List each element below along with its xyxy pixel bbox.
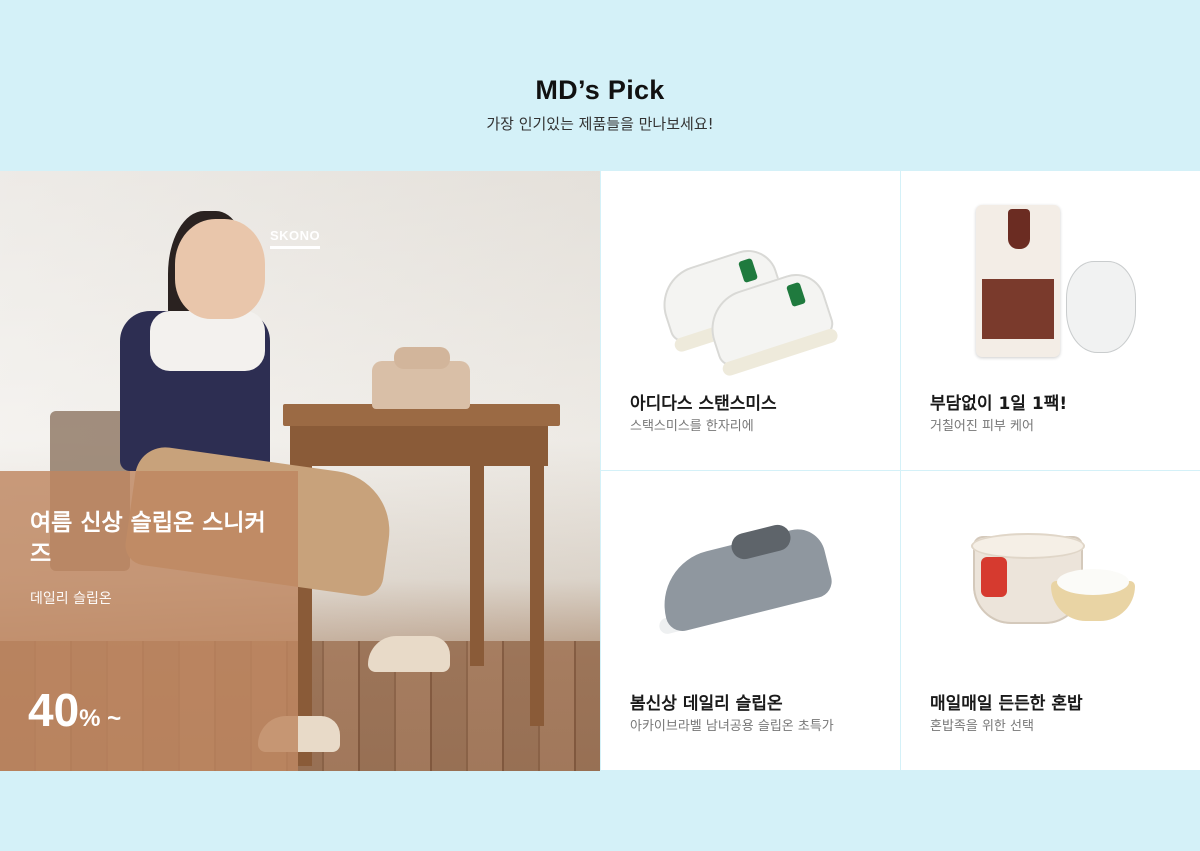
promo-discount: 40% ~ [28, 684, 122, 736]
hero-banner[interactable]: SKONO 여름 신상 슬립온 스니커즈 데일리 슬립온 40% ~ [0, 171, 600, 771]
product-desc: 아카이브라벨 남녀공용 슬립온 초특가 [630, 719, 834, 734]
product-card-rice[interactable]: 매일매일 든든한 혼밥 혼밥족을 위한 선택 [901, 471, 1200, 770]
promo-title: 여름 신상 슬립온 스니커즈 [30, 510, 266, 567]
section-header: MD’s Pick 가장 인기있는 제품들을 만나보세요! [0, 0, 1200, 171]
brand-logo: SKONO [270, 228, 321, 249]
product-card-slip-on[interactable]: 봄신상 데일리 슬립온 아카이브라벨 남녀공용 슬립온 초특가 [601, 471, 900, 770]
promo-subtitle: 데일리 슬립온 [30, 591, 112, 607]
product-card-face-mask[interactable]: 부담없이 1일 1팩! 거칠어진 피부 케어 [901, 171, 1200, 470]
promo-panel[interactable]: 여름 신상 슬립온 스니커즈 데일리 슬립온 40% ~ [0, 471, 298, 771]
product-name: 아디다스 스탠스미스 [630, 394, 777, 414]
product-desc: 혼밥족을 위한 선택 [930, 719, 1034, 734]
product-name: 봄신상 데일리 슬립온 [630, 694, 783, 714]
telephone-image [372, 347, 470, 409]
product-desc: 스택스미스를 한자리에 [630, 419, 754, 434]
section-subtitle: 가장 인기있는 제품들을 만나보세요! [486, 115, 714, 133]
product-name: 매일매일 든든한 혼밥 [930, 694, 1083, 714]
slip-on-icon [601, 471, 900, 671]
product-grid: SKONO 여름 신상 슬립온 스니커즈 데일리 슬립온 40% ~ 아디다스 … [0, 171, 1200, 771]
slip-on-shoe-image [368, 636, 450, 672]
sneakers-icon [601, 171, 900, 378]
product-desc: 거칠어진 피부 케어 [930, 419, 1034, 434]
product-name: 부담없이 1일 1팩! [930, 394, 1068, 414]
product-card-stan-smith[interactable]: 아디다스 스탠스미스 스택스미스를 한자리에 [601, 171, 900, 470]
section-title: MD’s Pick [535, 75, 665, 105]
face-mask-icon [901, 171, 1200, 371]
rice-bowl-icon [901, 471, 1200, 671]
